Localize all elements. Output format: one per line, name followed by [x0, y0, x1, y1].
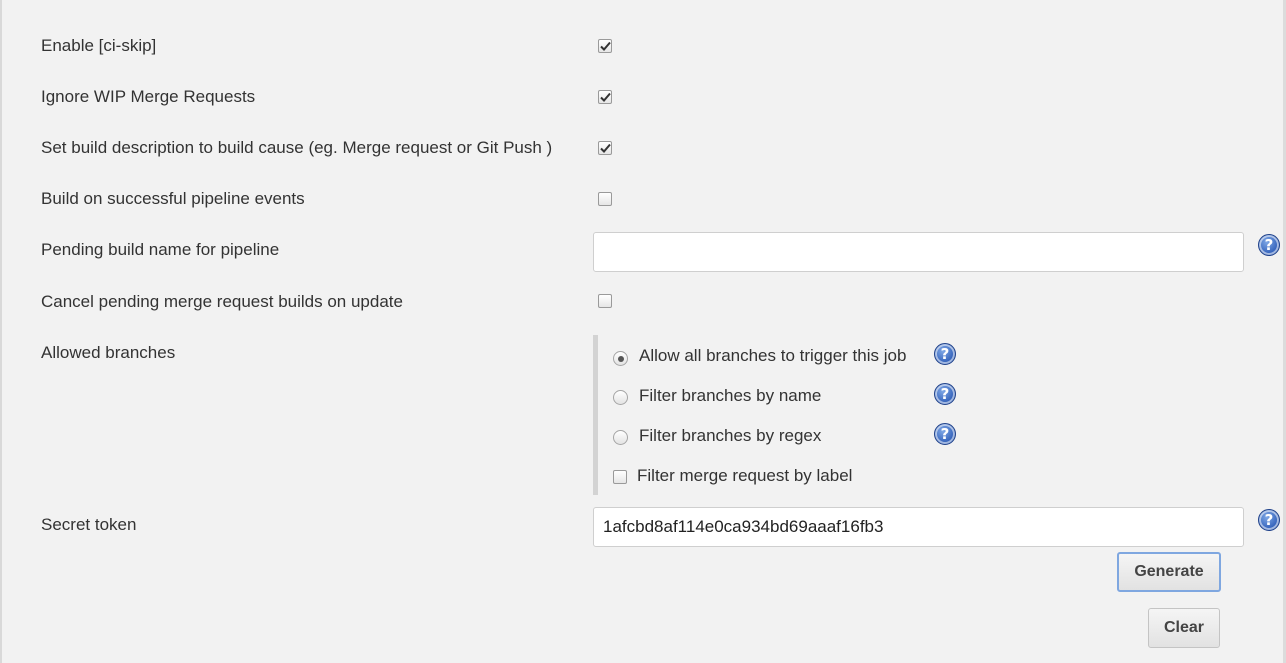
build-description-label: Set build description to build cause (eg… [41, 138, 553, 157]
pipeline-events-checkbox[interactable] [598, 192, 612, 206]
checkmark-icon [599, 41, 611, 51]
left-frame-border [0, 0, 2, 663]
checkmark-icon [599, 143, 611, 153]
ignore-wip-label: Ignore WIP Merge Requests [41, 87, 256, 106]
help-icon[interactable]: ? [1258, 234, 1280, 256]
filter-by-label-checkbox[interactable] [613, 470, 627, 484]
ci-skip-label: Enable [ci-skip] [41, 36, 157, 55]
checkmark-icon [599, 92, 611, 102]
allow-all-branches-label[interactable]: Allow all branches to trigger this job [639, 346, 906, 366]
radio-filter-by-name[interactable] [613, 390, 628, 405]
pending-build-name-label: Pending build name for pipeline [41, 240, 280, 259]
allowed-branches-group: Allow all branches to trigger this job ?… [593, 335, 963, 495]
clear-button[interactable]: Clear [1148, 608, 1220, 648]
cancel-pending-checkbox[interactable] [598, 294, 612, 308]
help-icon[interactable]: ? [934, 383, 956, 405]
help-icon[interactable]: ? [1258, 509, 1280, 531]
secret-token-label: Secret token [41, 515, 137, 534]
radio-selected-dot [617, 355, 624, 362]
ignore-wip-checkbox[interactable] [598, 90, 612, 104]
build-description-checkbox[interactable] [598, 141, 612, 155]
pending-build-name-input[interactable] [593, 232, 1244, 272]
ci-skip-checkbox[interactable] [598, 39, 612, 53]
help-icon[interactable]: ? [934, 343, 956, 365]
secret-token-input[interactable] [593, 507, 1244, 547]
radio-filter-by-regex[interactable] [613, 430, 628, 445]
help-icon[interactable]: ? [934, 423, 956, 445]
radio-allow-all-branches[interactable] [613, 351, 628, 366]
generate-button[interactable]: Generate [1117, 552, 1221, 592]
cancel-pending-label: Cancel pending merge request builds on u… [41, 292, 403, 311]
pipeline-events-label: Build on successful pipeline events [41, 189, 305, 208]
filter-by-label-text[interactable]: Filter merge request by label [637, 466, 852, 486]
filter-by-regex-label[interactable]: Filter branches by regex [639, 426, 821, 446]
allowed-branches-label: Allowed branches [41, 343, 176, 362]
filter-by-name-label[interactable]: Filter branches by name [639, 386, 821, 406]
